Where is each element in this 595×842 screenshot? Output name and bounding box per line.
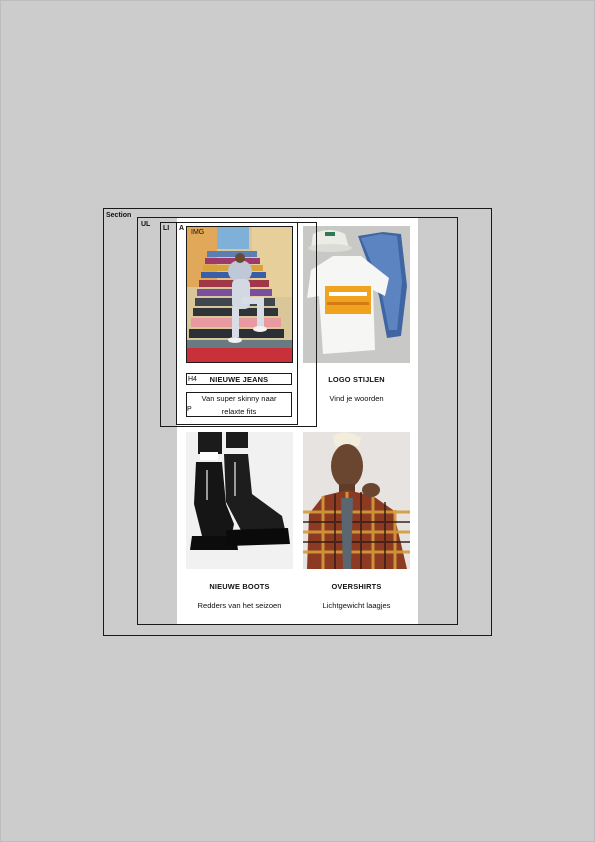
p-tag-label: P <box>187 406 192 413</box>
img-tag-label: IMG <box>191 229 205 236</box>
p-outline <box>186 392 292 417</box>
ul-tag-label: UL <box>141 221 151 228</box>
img-outline <box>186 226 293 363</box>
h4-outline <box>186 373 292 385</box>
li-tag-label: LI <box>163 225 170 232</box>
h4-tag-label: H4 <box>188 376 197 383</box>
section-tag-label: Section <box>106 212 132 219</box>
a-tag-label: A <box>179 225 185 232</box>
